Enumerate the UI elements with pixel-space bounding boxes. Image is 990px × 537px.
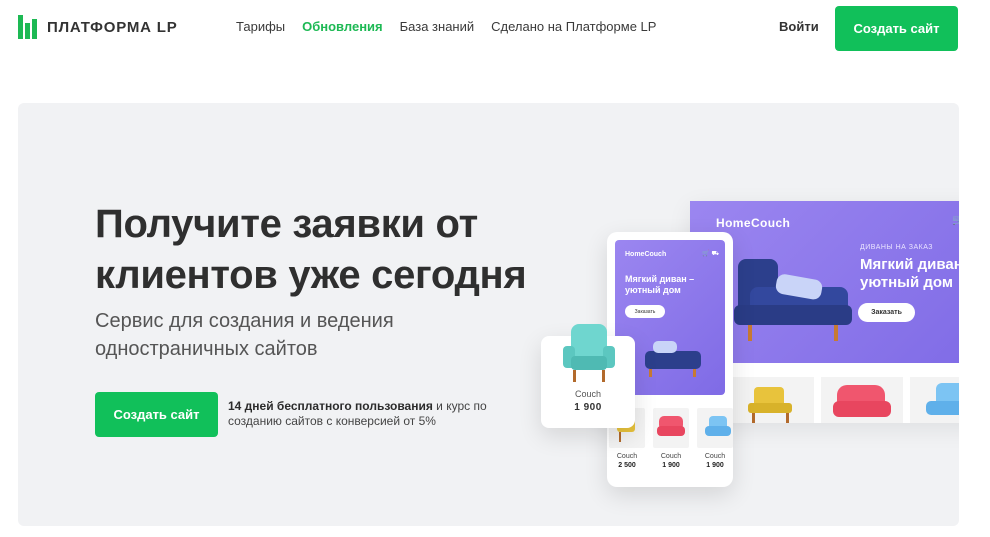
sofa-icon bbox=[645, 341, 701, 377]
product-card-mockup: Couch 1 900 bbox=[541, 324, 635, 428]
armchair-icon bbox=[705, 416, 731, 436]
nav-item-updates[interactable]: Обновления bbox=[302, 19, 383, 34]
phone-mockup-tile bbox=[697, 408, 733, 448]
phone-mockup-brand: HomeCouch bbox=[625, 251, 667, 258]
hero-create-site-button[interactable]: Создать сайт bbox=[95, 392, 218, 437]
logo-text: ПЛАТФОРМА LP bbox=[47, 18, 178, 36]
nav-item-knowledge-base[interactable]: База знаний bbox=[400, 19, 475, 34]
desktop-mockup-tile bbox=[732, 377, 814, 423]
product-card-name: Couch bbox=[574, 389, 601, 399]
phone-product-name: Couch bbox=[704, 453, 726, 460]
phone-product-label: Couch 2 500 bbox=[609, 452, 645, 470]
hero-section: Получите заявки от клиентов уже сегодня … bbox=[18, 103, 959, 526]
cart-icon: 🛒⛟ bbox=[952, 215, 959, 228]
phone-mockup-order-button: Заказать bbox=[625, 305, 665, 318]
site-header: ПЛАТФОРМА LP Тарифы Обновления База знан… bbox=[0, 0, 990, 56]
logo-bars-icon bbox=[18, 15, 40, 39]
nav-item-showcase[interactable]: Сделано на Платформе LP bbox=[491, 19, 656, 34]
phone-product-label: Couch 1 900 bbox=[697, 452, 733, 470]
phone-product-price: 1 900 bbox=[706, 462, 724, 469]
header-create-site-button[interactable]: Создать сайт bbox=[835, 6, 958, 51]
armchair-icon bbox=[657, 416, 685, 436]
phone-product-label: Couch 1 900 bbox=[653, 452, 689, 470]
hero-note-bold: 14 дней бесплатного пользования bbox=[228, 399, 433, 413]
phone-mockup-headline: Мягкий диван – уютный дом bbox=[625, 274, 695, 295]
desktop-mockup-headline: Мягкий диван – уютный дом bbox=[860, 256, 959, 291]
logo[interactable]: ПЛАТФОРМА LP bbox=[18, 15, 178, 39]
desktop-mockup-brand: HomeCouch bbox=[716, 216, 791, 230]
hero-note: 14 дней бесплатного пользования и курс п… bbox=[228, 399, 488, 429]
armchair-icon bbox=[926, 383, 959, 415]
desktop-mockup-order-button: Заказать bbox=[858, 303, 915, 322]
phone-product-name: Couch bbox=[660, 453, 682, 460]
desktop-mockup-tile bbox=[821, 377, 903, 423]
desktop-mockup-tag: ДИВАНЫ НА ЗАКАЗ bbox=[860, 244, 934, 251]
sofa-icon bbox=[734, 259, 852, 341]
nav-item-tariffs[interactable]: Тарифы bbox=[236, 19, 285, 34]
phone-product-price: 1 900 bbox=[662, 462, 680, 469]
armchair-icon bbox=[563, 324, 615, 382]
cart-icon: 🛒⛟ bbox=[702, 251, 722, 257]
desktop-mockup-tile bbox=[910, 377, 959, 423]
product-card-price: 1 900 bbox=[574, 402, 602, 413]
phone-mockup-tile bbox=[653, 408, 689, 448]
login-link[interactable]: Войти bbox=[779, 19, 819, 34]
phone-product-name: Couch bbox=[616, 453, 638, 460]
armchair-icon bbox=[748, 387, 792, 423]
phone-product-price: 2 500 bbox=[618, 462, 636, 469]
armchair-icon bbox=[833, 385, 891, 417]
hero-subtitle: Сервис для создания и ведения однострани… bbox=[95, 310, 394, 360]
main-nav: Тарифы Обновления База знаний Сделано на… bbox=[236, 19, 656, 34]
hero-title: Получите заявки от клиентов уже сегодня bbox=[95, 202, 527, 297]
